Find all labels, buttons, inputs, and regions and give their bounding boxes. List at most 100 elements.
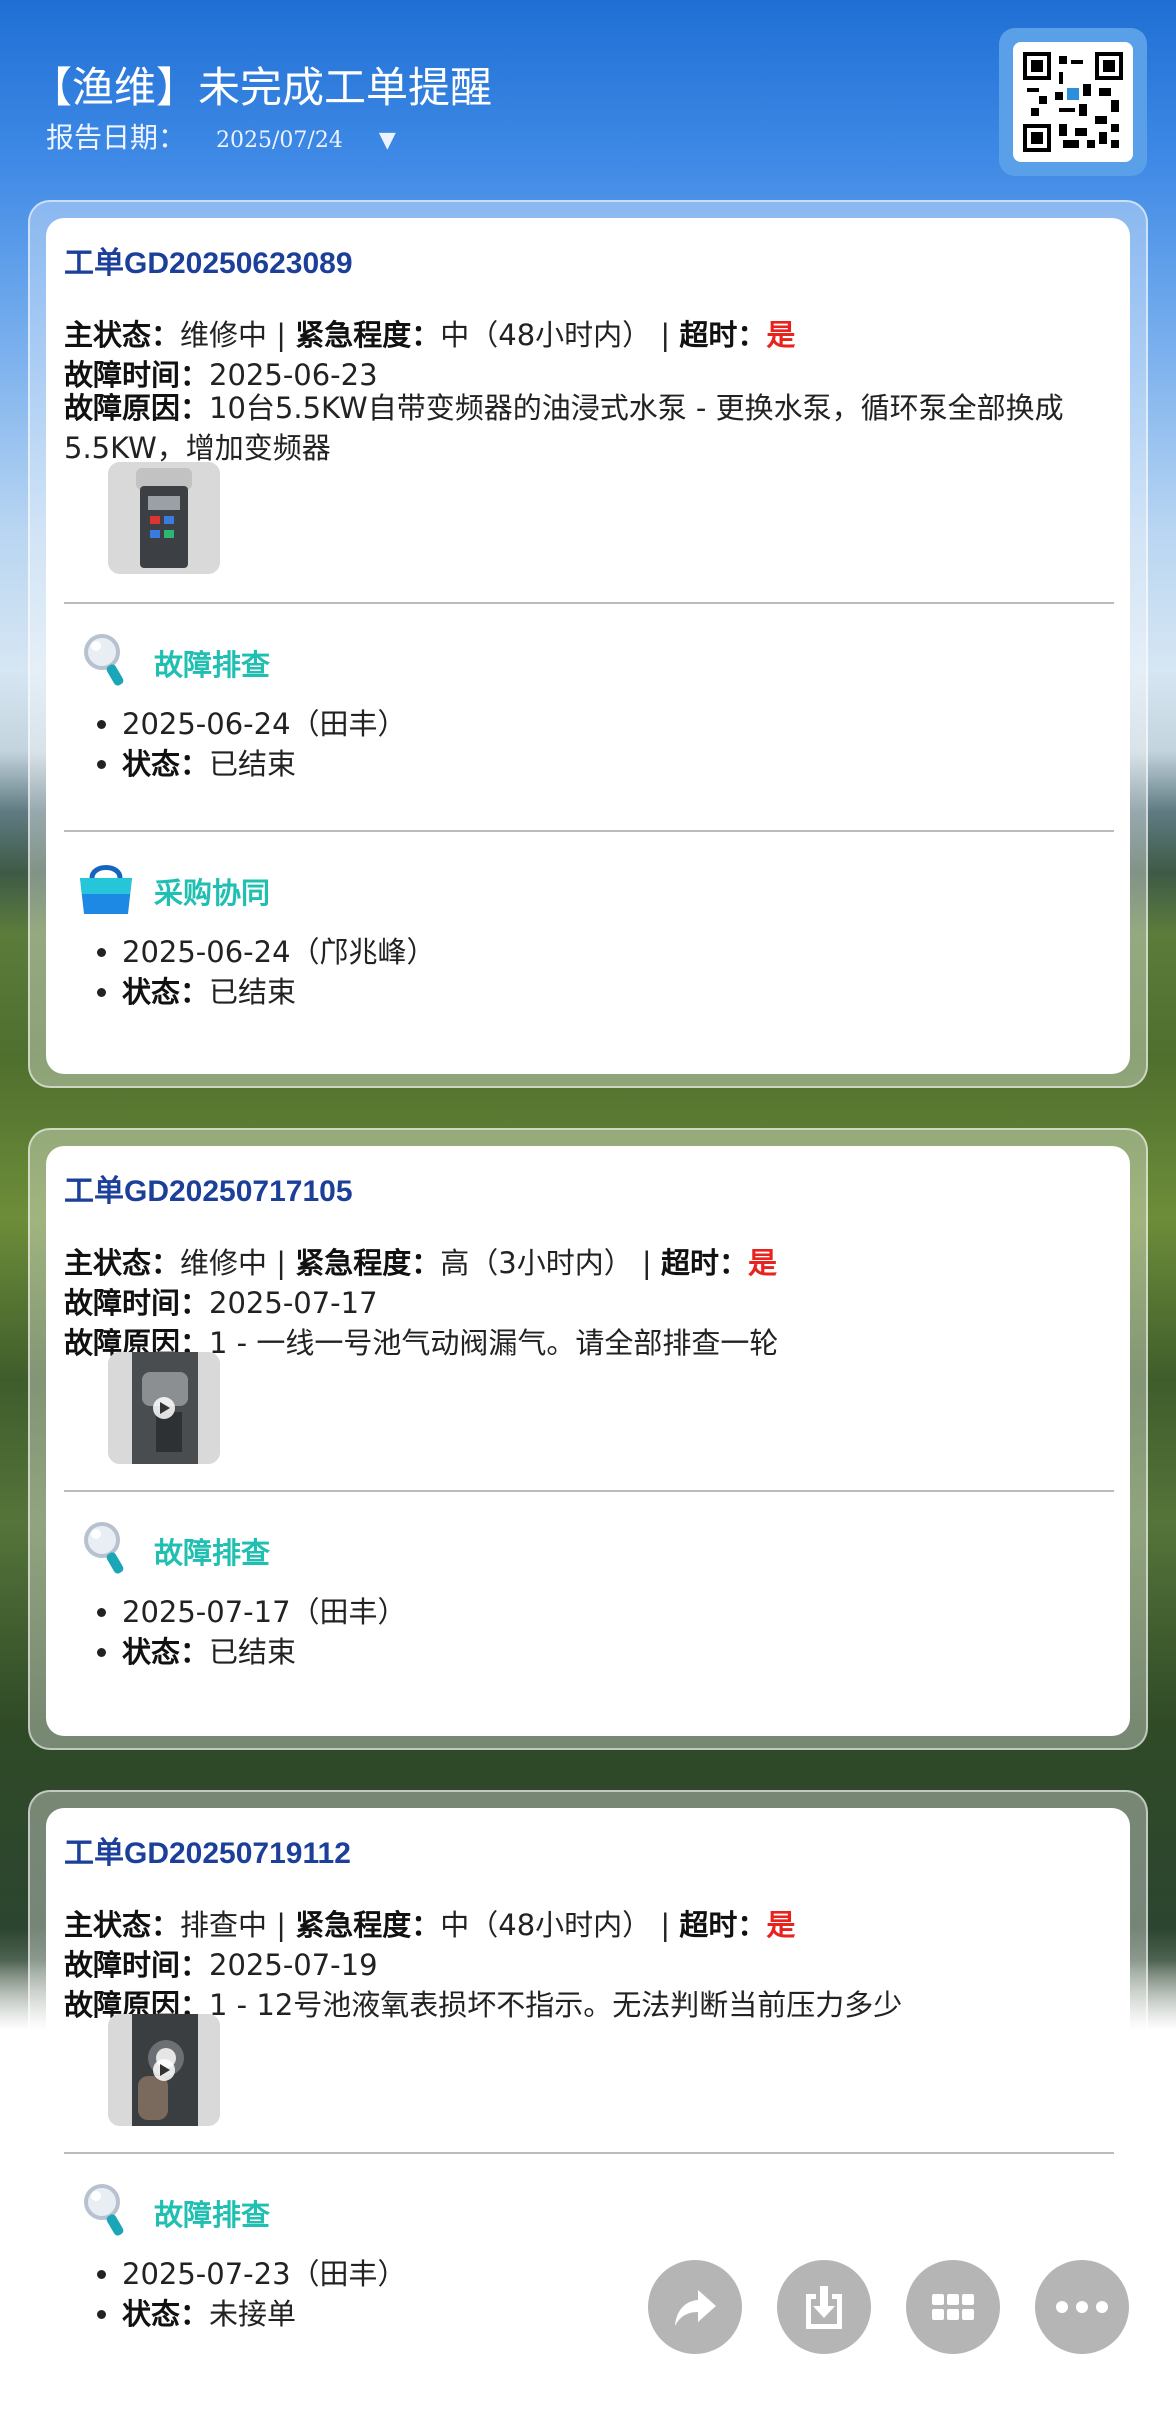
magnifier-icon (84, 2184, 124, 2236)
overdue-value: 是 (766, 318, 796, 352)
section-title: 故障排查 (154, 2198, 271, 2232)
fault-video-thumbnail[interactable] (108, 2014, 220, 2126)
work-order-id[interactable]: 工单GD20250717105 (64, 1166, 353, 1210)
report-date-value: 2025/07/24 (216, 128, 343, 153)
fault-reason-value: 1 - 一线一号池气动阀漏气。请全部排查一轮 (209, 1326, 779, 1360)
work-order-id[interactable]: 工单GD20250623089 (64, 238, 353, 282)
fault-photo-thumbnail[interactable] (108, 462, 220, 574)
section-title: 故障排查 (154, 648, 271, 682)
section-title: 故障排查 (154, 1536, 271, 1570)
urgency-label: 紧急程度： (295, 318, 441, 352)
share-icon (675, 2290, 716, 2326)
urgency-label: 紧急程度： (295, 1908, 441, 1942)
magnifier-icon (84, 634, 124, 686)
status-value: 维修中 (180, 318, 268, 352)
list-item: 状态：已结束 (122, 1632, 407, 1672)
urgency-value: 高（3小时内） (440, 1246, 633, 1280)
more-button[interactable] (1035, 2260, 1129, 2354)
status-line: 主状态：维修中 | 紧急程度：中（48小时内） | 超时：是 (64, 312, 795, 354)
fault-time-line: 故障时间：2025-07-17 (64, 1280, 378, 1322)
fault-time-label: 故障时间： (64, 1948, 210, 1982)
page-title: 【渔维】未完成工单提醒 (30, 63, 493, 112)
status-line: 主状态：排查中 | 紧急程度：中（48小时内） | 超时：是 (64, 1902, 795, 1944)
fault-time-value: 2025-07-19 (209, 1948, 378, 1982)
overdue-label: 超时： (660, 1246, 748, 1280)
status-label: 主状态： (64, 1908, 181, 1942)
list-item: 2025-06-24（田丰） (122, 704, 407, 744)
bullet-status-value: 已结束 (209, 747, 297, 781)
section-title: 采购协同 (154, 876, 271, 910)
work-order-card: 工单GD20250623089 主状态：维修中 | 紧急程度：中（48小时内） … (28, 200, 1148, 1088)
separator: | (632, 1246, 661, 1280)
fault-reason-value: 10台5.5KW自带变频器的油浸式水泵 - 更换水泵，循环泵全部换成5.5KW，… (64, 391, 1064, 465)
list-item: 2025-06-24（邝兆峰） (122, 932, 436, 972)
divider (64, 1490, 1114, 1492)
fault-reason-line: 故障原因：10台5.5KW自带变频器的油浸式水泵 - 更换水泵，循环泵全部换成5… (64, 388, 1114, 468)
fault-time-value: 2025-07-17 (209, 1286, 378, 1320)
work-order-card: 工单GD20250717105 主状态：维修中 | 紧急程度：高（3小时内） |… (28, 1128, 1148, 1750)
apps-button[interactable] (906, 2260, 1000, 2354)
separator: | (651, 1908, 680, 1942)
status-label: 主状态： (64, 1246, 181, 1280)
bullet-status-label: 状态： (122, 747, 210, 781)
section-details: 2025-06-24（邝兆峰） 状态：已结束 (64, 932, 436, 1012)
report-date-selector[interactable]: 报告日期： 2025/07/24 ▼ (46, 116, 396, 156)
work-order-body[interactable]: 工单GD20250623089 主状态：维修中 | 紧急程度：中（48小时内） … (46, 218, 1130, 1074)
section-details: 2025-06-24（田丰） 状态：已结束 (64, 704, 407, 784)
fault-time-label: 故障时间： (64, 358, 210, 392)
chevron-down-icon[interactable]: ▼ (379, 128, 396, 153)
status-line: 主状态：维修中 | 紧急程度：高（3小时内） | 超时：是 (64, 1240, 777, 1282)
divider (64, 830, 1114, 832)
overdue-label: 超时： (679, 318, 767, 352)
divider (64, 602, 1114, 604)
overdue-value: 是 (747, 1246, 777, 1280)
bullet-status-value: 已结束 (209, 975, 297, 1009)
section-header-procurement: 采购协同 (80, 858, 580, 918)
status-value: 维修中 (180, 1246, 268, 1280)
share-button[interactable] (648, 2260, 742, 2354)
work-order-body[interactable]: 工单GD20250717105 主状态：维修中 | 紧急程度：高（3小时内） |… (46, 1146, 1130, 1736)
play-icon (153, 1397, 175, 1419)
magnifier-icon (84, 1522, 124, 1574)
qr-code-button[interactable] (999, 28, 1147, 176)
report-date-label: 报告日期： (46, 121, 187, 154)
bullet-status-label: 状态： (122, 975, 210, 1009)
section-details: 2025-07-17（田丰） 状态：已结束 (64, 1592, 407, 1672)
list-item: 状态：未接单 (122, 2294, 407, 2334)
separator: | (267, 1908, 296, 1942)
separator: | (651, 318, 680, 352)
shopping-bag-icon (80, 865, 132, 914)
divider (64, 2152, 1114, 2154)
bullet-status-label: 状态： (122, 1635, 210, 1669)
separator: | (267, 318, 296, 352)
more-icon (1056, 2301, 1108, 2313)
status-label: 主状态： (64, 318, 181, 352)
urgency-label: 紧急程度： (295, 1246, 441, 1280)
overdue-value: 是 (766, 1908, 796, 1942)
list-item: 状态：已结束 (122, 744, 407, 784)
fault-reason-value: 1 - 12号池液氧表损坏不指示。无法判断当前压力多少 (209, 1988, 903, 2022)
section-header-troubleshoot: 故障排查 (80, 630, 580, 690)
bullet-status-label: 状态： (122, 2297, 210, 2331)
fault-time-value: 2025-06-23 (209, 358, 378, 392)
overdue-label: 超时： (679, 1908, 767, 1942)
fault-video-thumbnail[interactable] (108, 1352, 220, 1464)
status-value: 排查中 (180, 1908, 268, 1942)
play-icon (153, 2059, 175, 2081)
page-header: 【渔维】未完成工单提醒 报告日期： 2025/07/24 ▼ (0, 0, 1176, 200)
list-item: 状态：已结束 (122, 972, 436, 1012)
urgency-value: 中（48小时内） (440, 318, 652, 352)
download-button[interactable] (777, 2260, 871, 2354)
section-header-troubleshoot: 故障排查 (80, 1518, 580, 1578)
fault-time-line: 故障时间：2025-07-19 (64, 1942, 378, 1984)
list-item: 2025-07-17（田丰） (122, 1592, 407, 1632)
fault-reason-label: 故障原因： (64, 391, 210, 425)
bullet-status-value: 已结束 (209, 1635, 297, 1669)
bullet-status-value: 未接单 (209, 2297, 297, 2331)
grid-icon (932, 2294, 974, 2320)
work-order-id[interactable]: 工单GD20250719112 (64, 1828, 351, 1872)
fault-time-label: 故障时间： (64, 1286, 210, 1320)
download-icon (806, 2286, 842, 2329)
qr-code-icon (1013, 42, 1133, 162)
separator: | (267, 1246, 296, 1280)
